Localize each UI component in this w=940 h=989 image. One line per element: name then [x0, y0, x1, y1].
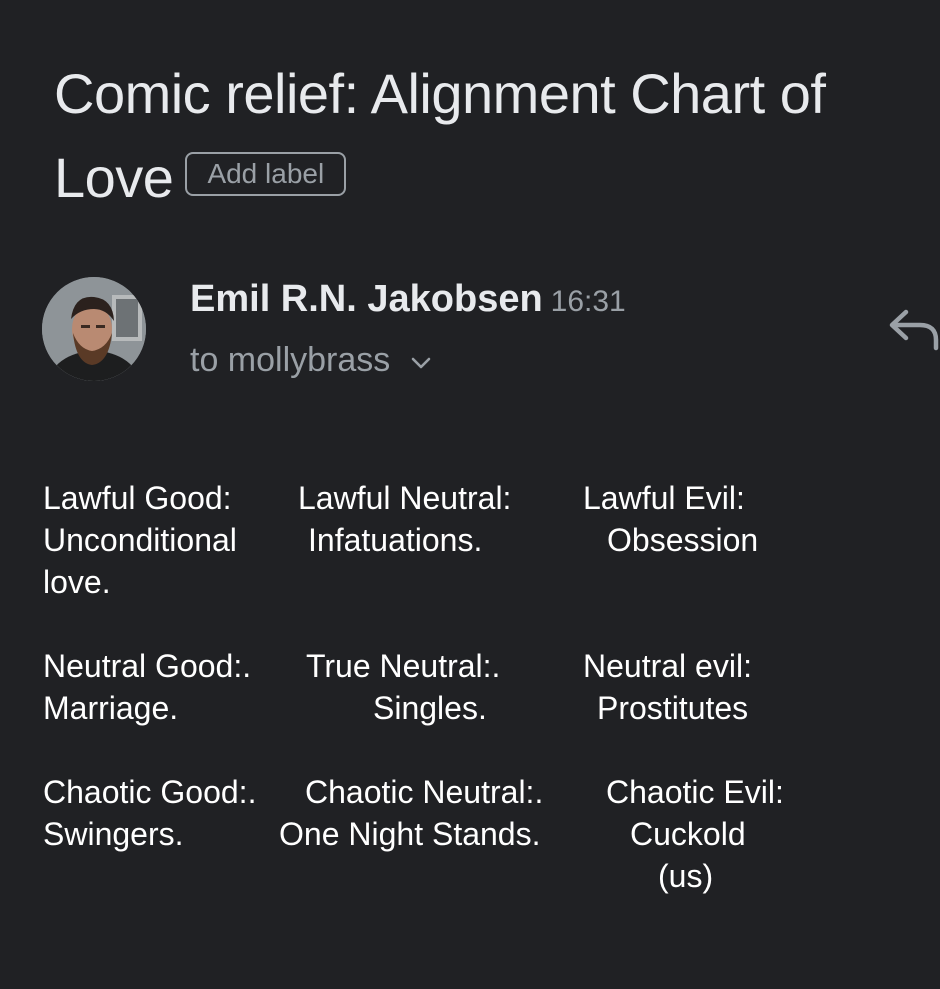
- alignment-value: Unconditional: [43, 522, 237, 558]
- alignment-title: Lawful Good:: [43, 480, 232, 516]
- alignment-lawful-neutral: Lawful Neutral: Infatuations.: [298, 477, 511, 561]
- alignment-value: Obsession: [607, 522, 759, 558]
- alignment-lawful-evil: Lawful Evil: Obsession: [583, 477, 758, 561]
- alignment-title: True Neutral:.: [306, 648, 501, 684]
- alignment-value: One Night Stands.: [279, 816, 541, 852]
- reply-icon[interactable]: [886, 306, 940, 352]
- subject-text: Comic relief: Alignment Chart of Love: [54, 62, 826, 209]
- alignment-value: Prostitutes: [597, 690, 749, 726]
- avatar-photo: [42, 277, 146, 381]
- alignment-title: Lawful Evil:: [583, 480, 745, 516]
- alignment-title: Neutral Good:.: [43, 648, 252, 684]
- alignment-value: Singles.: [373, 690, 487, 726]
- alignment-value: Cuckold: [630, 816, 746, 852]
- alignment-title: Chaotic Neutral:.: [305, 774, 544, 810]
- alignment-lawful-good: Lawful Good: Unconditional love.: [43, 477, 237, 603]
- alignment-title: Neutral evil:: [583, 648, 752, 684]
- recipient-line[interactable]: to mollybrass: [190, 338, 432, 384]
- sent-time: 16:31: [550, 285, 626, 318]
- alignment-true-neutral: True Neutral:. Singles.: [306, 645, 500, 729]
- sender-avatar[interactable]: [42, 277, 146, 381]
- add-label-button[interactable]: Add label: [185, 152, 347, 197]
- alignment-value: Infatuations.: [308, 522, 483, 558]
- recipient-text: to mollybrass: [190, 341, 391, 379]
- alignment-title: Chaotic Good:.: [43, 774, 257, 810]
- alignment-neutral-good: Neutral Good:. Marriage.: [43, 645, 251, 729]
- alignment-chaotic-good: Chaotic Good:. Swingers.: [43, 771, 256, 855]
- sender-name: Emil R.N. Jakobsen: [190, 278, 543, 320]
- alignment-chaotic-evil: Chaotic Evil: Cuckold (us): [606, 771, 784, 897]
- sender-line: Emil R.N. Jakobsen 16:31: [190, 276, 626, 325]
- alignment-chaotic-neutral: Chaotic Neutral:. One Night Stands.: [279, 771, 543, 855]
- alignment-title: Lawful Neutral:: [298, 480, 512, 516]
- alignment-neutral-evil: Neutral evil: Prostitutes: [583, 645, 752, 729]
- email-subject: Comic relief: Alignment Chart of Love Add…: [54, 52, 924, 220]
- alignment-value: Swingers.: [43, 816, 184, 852]
- alignment-value: Marriage.: [43, 690, 179, 726]
- alignment-title: Chaotic Evil:: [606, 774, 784, 810]
- alignment-value: love.: [43, 564, 111, 600]
- alignment-value: (us): [658, 858, 714, 894]
- chevron-down-icon[interactable]: [410, 337, 432, 381]
